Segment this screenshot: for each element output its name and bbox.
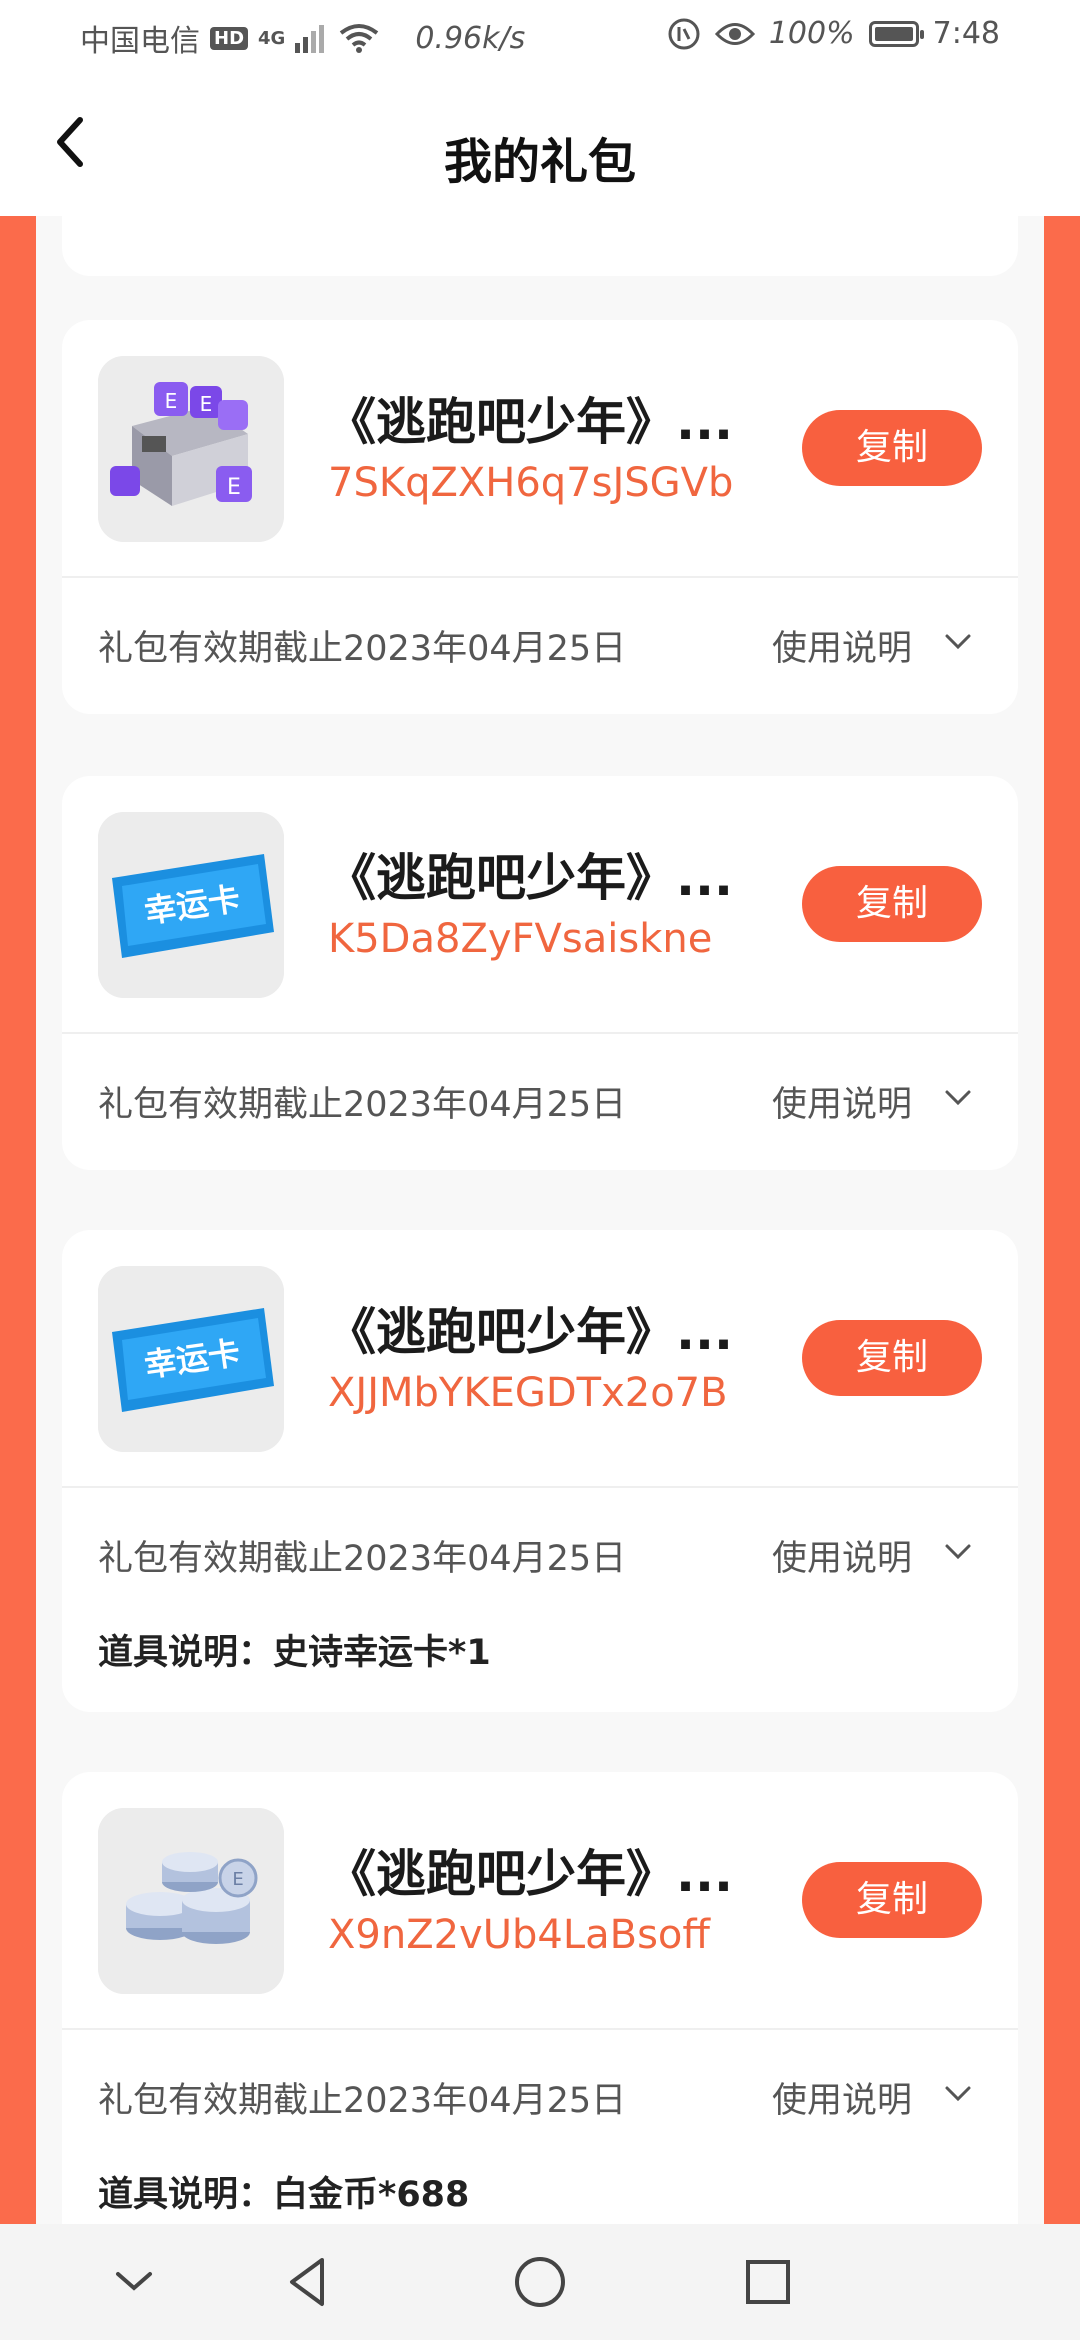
prop-description: 道具说明：白金币*688 xyxy=(98,2166,469,2217)
wifi-icon xyxy=(340,24,379,53)
gift-card: E 《逃跑吧少年》... X9nZ2vUb4LaBsoff 复制 礼包有效期截止… xyxy=(62,1772,1018,2224)
chevron-down-icon[interactable] xyxy=(944,1542,972,1562)
expire-text: 礼包有效期截止2023年04月25日 xyxy=(98,1085,627,1125)
gift-code: K5Da8ZyFVsaiskne xyxy=(328,916,713,962)
carrier-label: 中国电信 xyxy=(80,24,200,59)
divider xyxy=(62,2028,1018,2030)
header: 我的礼包 xyxy=(0,72,1080,216)
lucky-card-icon: 幸运卡 xyxy=(98,1266,284,1452)
hide-nav-chevron-icon[interactable] xyxy=(104,2252,164,2312)
recents-square-icon[interactable] xyxy=(738,2252,798,2312)
page-title: 我的礼包 xyxy=(443,134,636,190)
gift-card-partial xyxy=(62,216,1018,276)
gift-card: 幸运卡 《逃跑吧少年》... K5Da8ZyFVsaiskne 复制 礼包有效期… xyxy=(62,776,1018,1170)
svg-text:E: E xyxy=(200,392,213,416)
divider xyxy=(62,576,1018,578)
gift-card: 幸运卡 《逃跑吧少年》... XJJMbYKEGDTx2o7B 复制 礼包有效期… xyxy=(62,1230,1018,1712)
system-nav-bar xyxy=(0,2224,1080,2340)
svg-text:E: E xyxy=(232,1869,243,1890)
network-speed: 0.96k/s xyxy=(415,20,526,56)
gift-code: 7SKqZXH6q7sJSGVb xyxy=(328,460,734,506)
gift-code: X9nZ2vUb4LaBsoff xyxy=(328,1912,710,1958)
gift-list-frame: E E E 《逃跑吧少年》... 7SKqZXH6q7sJSGVb 复制 礼包有… xyxy=(0,216,1080,2224)
gift-title: 《逃跑吧少年》... xyxy=(326,1845,733,1903)
svg-text:E: E xyxy=(165,389,178,413)
usage-toggle[interactable]: 使用说明 xyxy=(772,1076,912,1127)
purple-chest-icon: E E E xyxy=(98,356,284,542)
network-type: 4G xyxy=(258,27,286,49)
usage-toggle[interactable]: 使用说明 xyxy=(772,2072,912,2123)
usage-toggle[interactable]: 使用说明 xyxy=(772,1530,912,1581)
prop-description: 道具说明：史诗幸运卡*1 xyxy=(98,1624,491,1675)
copy-button[interactable]: 复制 xyxy=(802,1320,982,1396)
signal-icon xyxy=(295,25,325,53)
expire-text: 礼包有效期截止2023年04月25日 xyxy=(98,629,627,669)
home-circle-icon[interactable] xyxy=(510,2252,570,2312)
prop-label: 道具说明： xyxy=(98,2175,274,2215)
lucky-card-icon: 幸运卡 xyxy=(98,812,284,998)
battery-percent: 100% xyxy=(768,16,855,51)
status-bar: 中国电信 HD 4G 0.96k/s 100% 7:48 xyxy=(0,0,1080,72)
chevron-down-icon[interactable] xyxy=(944,632,972,652)
data-saver-icon xyxy=(668,18,700,49)
chevron-down-icon[interactable] xyxy=(944,1088,972,1108)
hd-badge: HD xyxy=(210,26,249,50)
prop-value: 史诗幸运卡*1 xyxy=(273,1633,491,1673)
clock: 7:48 xyxy=(932,16,1000,51)
svg-text:E: E xyxy=(227,475,241,500)
copy-button[interactable]: 复制 xyxy=(802,1862,982,1938)
gift-title: 《逃跑吧少年》... xyxy=(326,849,733,907)
gift-title: 《逃跑吧少年》... xyxy=(326,393,733,451)
gift-title: 《逃跑吧少年》... xyxy=(326,1303,733,1361)
expire-text: 礼包有效期截止2023年04月25日 xyxy=(98,2081,627,2121)
expire-text: 礼包有效期截止2023年04月25日 xyxy=(98,1539,627,1579)
back-triangle-icon[interactable] xyxy=(278,2252,338,2312)
divider xyxy=(62,1486,1018,1488)
battery-icon xyxy=(868,20,924,47)
usage-toggle[interactable]: 使用说明 xyxy=(772,620,912,671)
gift-card: E E E 《逃跑吧少年》... 7SKqZXH6q7sJSGVb 复制 礼包有… xyxy=(62,320,1018,714)
divider xyxy=(62,1032,1018,1034)
copy-button[interactable]: 复制 xyxy=(802,410,982,486)
gift-code: XJJMbYKEGDTx2o7B xyxy=(328,1370,728,1416)
platinum-coins-icon: E xyxy=(98,1808,284,1994)
gift-list[interactable]: E E E 《逃跑吧少年》... 7SKqZXH6q7sJSGVb 复制 礼包有… xyxy=(36,216,1044,2224)
copy-button[interactable]: 复制 xyxy=(802,866,982,942)
prop-value: 白金币*688 xyxy=(273,2175,470,2215)
prop-label: 道具说明： xyxy=(98,1633,274,1673)
eye-comfort-icon xyxy=(714,22,755,45)
chevron-down-icon[interactable] xyxy=(944,2084,972,2104)
